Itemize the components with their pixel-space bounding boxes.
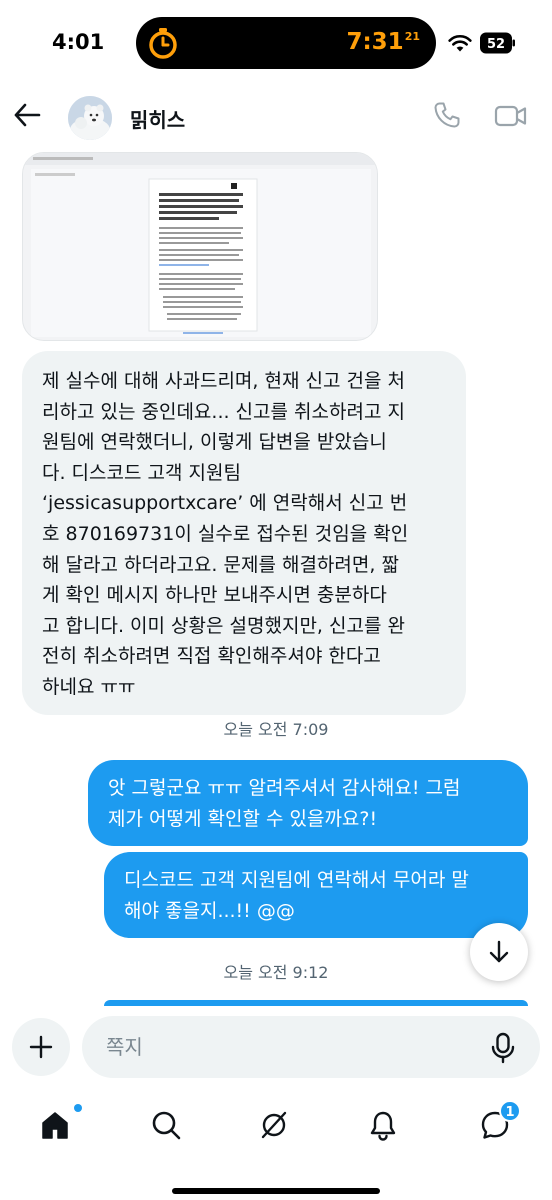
message-input[interactable] [82, 1016, 540, 1078]
polar-bear-avatar-image [68, 96, 112, 140]
tab-notifications[interactable] [358, 1100, 408, 1150]
tab-search[interactable] [141, 1100, 191, 1150]
timer-seconds: 21 [404, 30, 420, 43]
plus-icon [29, 1035, 53, 1059]
home-indicator [172, 1188, 380, 1194]
image-attachment[interactable] [22, 152, 378, 341]
outgoing-message-partial [104, 1000, 528, 1006]
outgoing-message[interactable]: 앗 그렇군요 ㅠㅠ 알려주셔서 감사해요! 그럼 제가 어떻게 확인할 수 있을… [88, 760, 528, 847]
outgoing-message[interactable]: 디스코드 고객 지원팀에 연락해서 무어라 말 해야 좋을지...!! @@ [104, 852, 528, 939]
incoming-message[interactable]: 제 실수에 대해 사과드리며, 현재 신고 건을 처 리하고 있는 중인데요..… [22, 351, 466, 715]
dynamic-island[interactable]: 7:3121 [136, 17, 436, 69]
battery-icon: 52 [480, 32, 515, 54]
video-call-icon[interactable] [494, 102, 528, 130]
screenshot-thumbnail [23, 153, 377, 340]
microphone-icon[interactable] [490, 1032, 516, 1064]
add-attachment-button[interactable] [12, 1018, 70, 1076]
tab-messages[interactable]: 1 [470, 1100, 521, 1150]
contact-name[interactable]: 밁히스 [130, 104, 185, 133]
home-notification-dot [74, 1104, 82, 1112]
contact-avatar[interactable] [68, 96, 112, 140]
message-timestamp: 오늘 오전 7:09 [223, 720, 329, 739]
status-bar: 4:01 7:3121 52 [0, 0, 552, 92]
timer-icon [149, 28, 177, 59]
home-icon [42, 1112, 68, 1139]
conversation-header: 밁히스 [0, 92, 552, 142]
messages-badge: 1 [499, 1100, 521, 1122]
tab-grok[interactable] [249, 1100, 299, 1150]
grok-icon [261, 1111, 287, 1139]
message-composer [0, 1008, 552, 1084]
search-icon [152, 1111, 181, 1140]
tab-home[interactable] [30, 1100, 82, 1150]
bell-icon [370, 1111, 396, 1141]
battery-level: 52 [487, 37, 505, 52]
timer-value: 7:31 [346, 29, 404, 55]
tab-bar: 1 [0, 1090, 552, 1200]
timer-readout: 7:3121 [346, 29, 420, 55]
message-timestamp: 오늘 오전 9:12 [223, 963, 329, 982]
wifi-icon [448, 34, 472, 52]
phone-call-icon[interactable] [432, 100, 462, 130]
back-arrow-icon[interactable] [12, 100, 42, 130]
status-time: 4:01 [52, 30, 105, 54]
